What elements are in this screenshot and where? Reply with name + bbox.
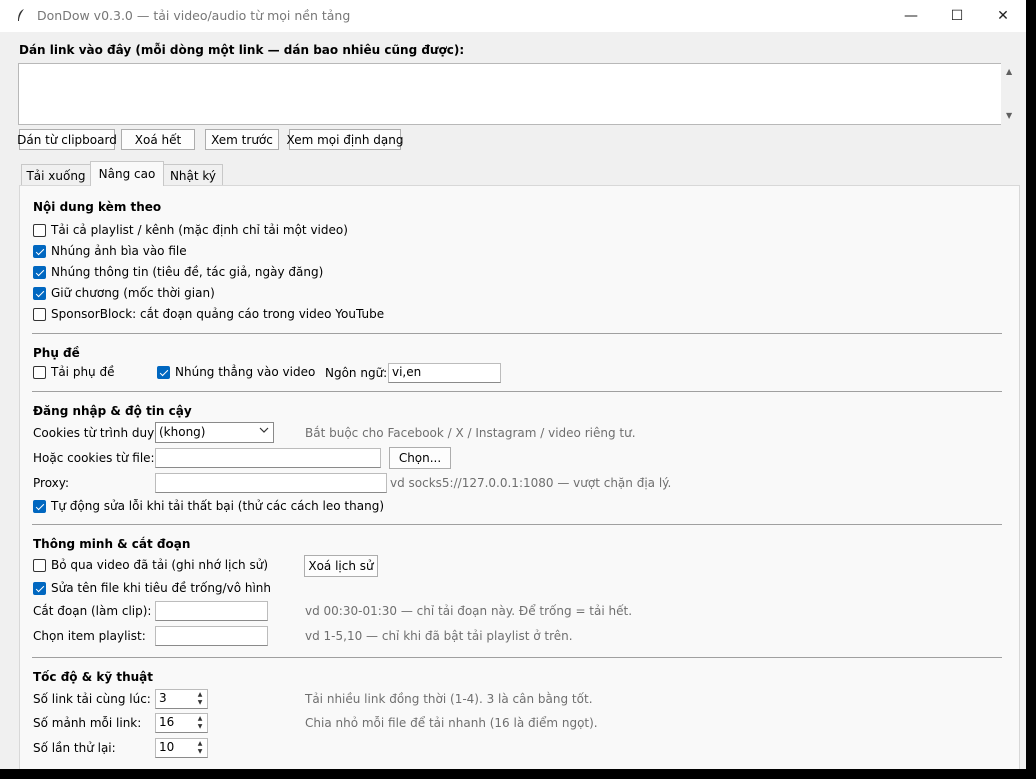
sponsorblock-checkbox[interactable] bbox=[33, 308, 46, 321]
title-bar: DonDow v0.3.0 — tải video/audio từ mọi n… bbox=[0, 0, 1026, 32]
proxy-input[interactable] bbox=[155, 473, 387, 493]
tab-advanced[interactable]: Nâng cao bbox=[90, 161, 164, 186]
retries-spinbox[interactable]: 10 ▲ ▼ bbox=[155, 738, 208, 758]
embed-subtitles-label[interactable]: Nhúng thẳng vào video bbox=[175, 365, 315, 379]
link-textarea[interactable] bbox=[18, 63, 1001, 125]
fragments-spinbox[interactable]: 16 ▲ ▼ bbox=[155, 713, 208, 733]
link-input-label: Dán link vào đây (mỗi dòng một link — dá… bbox=[19, 43, 465, 57]
auto-fix-label[interactable]: Tự động sửa lỗi khi tải thất bại (thử cá… bbox=[51, 499, 384, 513]
spin-up-icon[interactable]: ▲ bbox=[194, 691, 206, 699]
cookies-browser-value: (khong) bbox=[159, 425, 206, 439]
fragments-value: 16 bbox=[159, 715, 175, 729]
section-speed-heading: Tốc độ & kỹ thuật bbox=[33, 670, 154, 684]
proxy-hint: vd socks5://127.0.0.1:1080 — vượt chặn đ… bbox=[390, 476, 672, 490]
concurrent-links-label: Số link tải cùng lúc: bbox=[33, 692, 151, 706]
cookies-file-label: Hoặc cookies từ file: bbox=[33, 451, 155, 465]
chevron-down-icon bbox=[259, 425, 269, 438]
choose-file-button[interactable]: Chọn... bbox=[389, 447, 451, 469]
retries-label: Số lần thử lại: bbox=[33, 741, 116, 755]
fragments-label: Số mảnh mỗi link: bbox=[33, 716, 142, 730]
concurrent-links-hint: Tải nhiều link đồng thời (1-4). 3 là cân… bbox=[305, 692, 593, 706]
cookies-file-input[interactable] bbox=[155, 448, 381, 468]
playlist-items-hint: vd 1-5,10 — chỉ khi đã bật tải playlist … bbox=[305, 629, 573, 643]
embed-subtitles-checkbox[interactable] bbox=[157, 366, 170, 379]
embed-metadata-checkbox[interactable] bbox=[33, 266, 46, 279]
fragments-hint: Chia nhỏ mỗi file để tải nhanh (16 là đi… bbox=[305, 716, 598, 730]
keep-chapters-label[interactable]: Giữ chương (mốc thời gian) bbox=[51, 286, 215, 300]
separator bbox=[32, 524, 1002, 525]
minimize-button[interactable]: — bbox=[888, 0, 934, 32]
paste-clipboard-button[interactable]: Dán từ clipboard bbox=[17, 129, 117, 150]
separator bbox=[32, 333, 1002, 334]
preview-button[interactable]: Xem trước bbox=[205, 129, 279, 150]
separator bbox=[32, 391, 1002, 392]
spin-down-icon[interactable]: ▼ bbox=[194, 723, 206, 731]
view-formats-button[interactable]: Xem mọi định dạng bbox=[287, 129, 403, 150]
embed-metadata-label[interactable]: Nhúng thông tin (tiêu đề, tác giả, ngày … bbox=[51, 265, 323, 279]
maximize-button[interactable]: ☐ bbox=[934, 0, 980, 32]
maximize-icon: ☐ bbox=[950, 8, 964, 24]
clip-input[interactable] bbox=[155, 601, 268, 621]
auto-fix-checkbox[interactable] bbox=[33, 500, 46, 513]
scroll-down-icon[interactable]: ▼ bbox=[1006, 111, 1012, 120]
language-input[interactable]: vi,en bbox=[388, 363, 501, 383]
rename-file-label[interactable]: Sửa tên file khi tiêu đề trống/vô hình bbox=[51, 581, 271, 595]
scroll-up-icon[interactable]: ▲ bbox=[1006, 67, 1012, 76]
clear-history-button[interactable]: Xoá lịch sử bbox=[304, 555, 378, 577]
playlist-items-input[interactable] bbox=[155, 626, 268, 646]
spin-up-icon[interactable]: ▲ bbox=[194, 740, 206, 748]
skip-downloaded-label[interactable]: Bỏ qua video đã tải (ghi nhớ lịch sử) bbox=[51, 558, 268, 572]
cookies-browser-hint: Bắt buộc cho Facebook / X / Instagram / … bbox=[305, 426, 636, 440]
spin-down-icon[interactable]: ▼ bbox=[194, 699, 206, 707]
clip-label: Cắt đoạn (làm clip): bbox=[33, 604, 152, 618]
retries-value: 10 bbox=[159, 740, 175, 754]
tab-log[interactable]: Nhật ký bbox=[163, 164, 223, 186]
minimize-icon: — bbox=[904, 8, 918, 24]
skip-downloaded-checkbox[interactable] bbox=[33, 559, 46, 572]
tab-download[interactable]: Tải xuống bbox=[21, 164, 91, 186]
embed-thumbnail-label[interactable]: Nhúng ảnh bìa vào file bbox=[51, 244, 187, 258]
sponsorblock-label[interactable]: SponsorBlock: cắt đoạn quảng cáo trong v… bbox=[51, 307, 384, 321]
playlist-label[interactable]: Tải cả playlist / kênh (mặc định chỉ tải… bbox=[51, 223, 348, 237]
cookies-browser-select[interactable]: (khong) bbox=[155, 422, 274, 443]
language-label: Ngôn ngữ: bbox=[325, 366, 388, 380]
playlist-checkbox[interactable] bbox=[33, 224, 46, 237]
spin-up-icon[interactable]: ▲ bbox=[194, 715, 206, 723]
concurrent-links-spinbox[interactable]: 3 ▲ ▼ bbox=[155, 689, 208, 709]
spin-down-icon[interactable]: ▼ bbox=[194, 748, 206, 756]
download-subtitles-label[interactable]: Tải phụ đề bbox=[51, 365, 114, 379]
section-extras-heading: Nội dung kèm theo bbox=[33, 200, 162, 214]
close-button[interactable]: ✕ bbox=[980, 0, 1026, 32]
clip-hint: vd 00:30-01:30 — chỉ tải đoạn này. Để tr… bbox=[305, 604, 633, 618]
keep-chapters-checkbox[interactable] bbox=[33, 287, 46, 300]
link-scrollbar[interactable]: ▲ ▼ bbox=[1001, 63, 1019, 124]
proxy-label: Proxy: bbox=[33, 476, 70, 490]
close-icon: ✕ bbox=[997, 8, 1009, 24]
window-title: DonDow v0.3.0 — tải video/audio từ mọi n… bbox=[37, 8, 351, 23]
clear-all-button[interactable]: Xoá hết bbox=[121, 129, 195, 150]
section-login-heading: Đăng nhập & độ tin cậy bbox=[33, 404, 192, 418]
playlist-items-label: Chọn item playlist: bbox=[33, 629, 146, 643]
cookies-browser-label: Cookies từ trình duyệt: bbox=[33, 426, 171, 440]
section-subtitles-heading: Phụ đề bbox=[33, 346, 80, 360]
rename-file-checkbox[interactable] bbox=[33, 582, 46, 595]
download-subtitles-checkbox[interactable] bbox=[33, 366, 46, 379]
concurrent-links-value: 3 bbox=[159, 691, 167, 705]
embed-thumbnail-checkbox[interactable] bbox=[33, 245, 46, 258]
app-window: DonDow v0.3.0 — tải video/audio từ mọi n… bbox=[0, 0, 1026, 769]
section-smart-heading: Thông minh & cắt đoạn bbox=[33, 537, 191, 551]
feather-icon bbox=[16, 8, 26, 26]
separator bbox=[32, 657, 1002, 658]
